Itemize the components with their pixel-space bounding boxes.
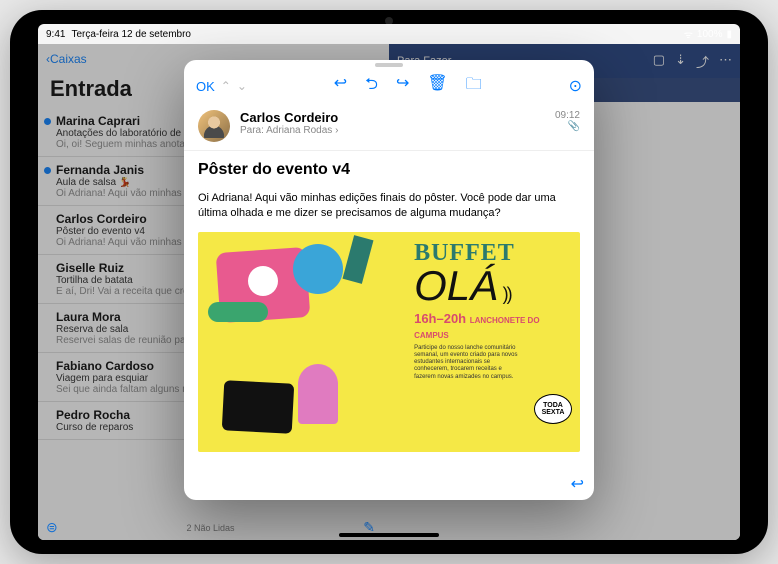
to-line[interactable]: Para: Adriana Rodas ›	[240, 125, 545, 136]
poster-time: 16h–20h	[414, 311, 466, 326]
chevron-right-icon: ›	[335, 125, 338, 136]
message-subject: Pôster do evento v4	[198, 161, 580, 179]
ipad-frame: 9:41 Terça-feira 12 de setembro ᯤ 100% ▮…	[10, 10, 768, 554]
message-text: Oi Adriana! Aqui vão minhas edições fina…	[198, 191, 580, 222]
screen: 9:41 Terça-feira 12 de setembro ᯤ 100% ▮…	[38, 24, 740, 540]
battery-icon: ▮	[726, 29, 732, 40]
message-body[interactable]: Pôster do evento v4 Oi Adriana! Aqui vão…	[184, 151, 594, 500]
modal-toolbar: OK ⌃ ⌄ ↩ ⮌ ↪ 🗑 🗀 ⊙	[184, 70, 594, 102]
to-label: Para:	[240, 125, 264, 136]
reply-icon[interactable]: ↩	[334, 73, 347, 100]
ok-button[interactable]: OK	[196, 79, 215, 94]
trash-icon[interactable]: 🗑	[427, 73, 447, 100]
message-time: 09:12	[555, 110, 580, 121]
wifi-icon: ᯤ	[684, 27, 693, 41]
modal-grabber[interactable]	[184, 60, 594, 70]
home-indicator[interactable]	[339, 533, 439, 537]
reply-all-icon[interactable]: ⮌	[365, 73, 378, 100]
message-header: Carlos Cordeiro Para: Adriana Rodas › 09…	[184, 102, 594, 151]
from-name[interactable]: Carlos Cordeiro	[240, 110, 545, 125]
poster-ola: OLÁ	[414, 262, 498, 309]
battery-percent: 100%	[697, 29, 723, 40]
prev-message-icon[interactable]: ⌃	[221, 79, 231, 93]
status-time: 9:41	[46, 29, 65, 40]
poster-badge: TODA SEXTA	[534, 394, 572, 424]
status-date: Terça-feira 12 de setembro	[71, 29, 191, 40]
next-message-icon[interactable]: ⌄	[237, 79, 247, 93]
status-bar: 9:41 Terça-feira 12 de setembro ᯤ 100% ▮	[38, 24, 740, 44]
poster-attachment[interactable]: BUFFET OLÁ )) 16h–20h LANCHONETE DO CAMP…	[198, 232, 580, 452]
mail-message-modal: OK ⌃ ⌄ ↩ ⮌ ↪ 🗑 🗀 ⊙ Carlos Cord	[184, 60, 594, 500]
move-folder-icon[interactable]: 🗀	[466, 73, 482, 100]
sender-avatar[interactable]	[198, 110, 230, 142]
forward-icon[interactable]: ↪	[396, 73, 409, 100]
more-actions-icon[interactable]: ⊙	[569, 78, 582, 95]
attachment-icon: 📎	[555, 121, 580, 132]
to-name: Adriana Rodas	[266, 125, 332, 136]
poster-paragraph: Participe do nosso lanche comunitário se…	[414, 345, 524, 381]
quick-reply-icon[interactable]: ↩	[571, 474, 584, 494]
poster-wave: ))	[503, 284, 511, 304]
